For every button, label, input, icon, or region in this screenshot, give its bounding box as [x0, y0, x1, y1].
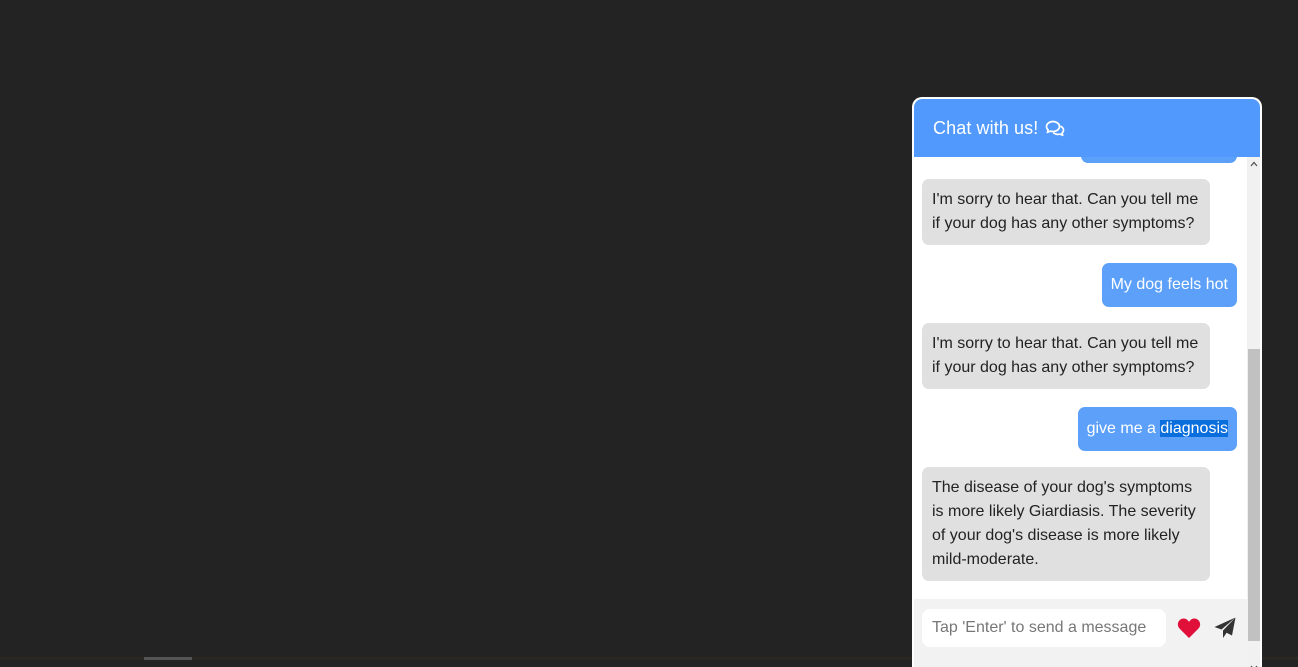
chat-title: Chat with us!: [933, 117, 1039, 138]
user-message: [1081, 157, 1237, 163]
bot-message: I'm sorry to hear that. Can you tell me …: [922, 323, 1210, 389]
heart-icon[interactable]: [1177, 617, 1201, 639]
bot-message: I'm sorry to hear that. Can you tell me …: [922, 179, 1210, 245]
bot-message: The disease of your dog's symptoms is mo…: [922, 467, 1210, 581]
comments-icon: [1045, 120, 1065, 137]
chat-widget: Chat with us! I'm sorry to hear that. Ca…: [912, 97, 1262, 667]
scroll-thumb[interactable]: [1248, 349, 1260, 641]
chat-header[interactable]: Chat with us!: [914, 99, 1260, 157]
scroll-down-icon[interactable]: [1247, 661, 1260, 667]
user-message-text: give me a: [1086, 420, 1161, 437]
message-list[interactable]: I'm sorry to hear that. Can you tell me …: [914, 157, 1247, 599]
selected-text: diagnosis: [1160, 420, 1228, 437]
paper-plane-icon[interactable]: [1213, 616, 1237, 640]
message-scrollbar[interactable]: [1247, 157, 1260, 667]
scroll-up-icon[interactable]: [1247, 157, 1260, 171]
message-input[interactable]: [922, 609, 1166, 647]
user-message: My dog feels hot: [1101, 263, 1237, 307]
chat-input-bar: [914, 599, 1247, 667]
user-message: give me a diagnosis: [1077, 407, 1237, 451]
